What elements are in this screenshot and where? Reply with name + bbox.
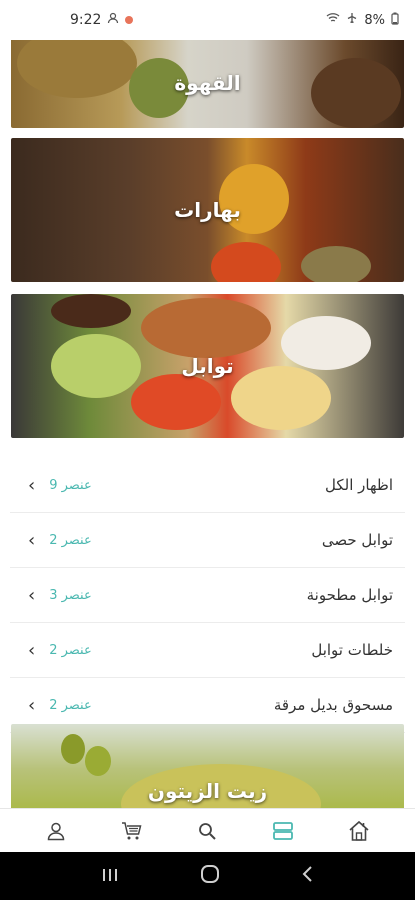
banner-spices[interactable]: بهارات [11,138,404,282]
home-button-icon[interactable] [200,864,220,889]
battery-icon [391,12,399,29]
banner-title: القهوة [174,71,241,95]
banner-title: بهارات [174,198,241,222]
item-count: 2 عنصر [49,532,92,548]
profile-icon[interactable] [36,813,76,849]
back-icon[interactable] [301,864,315,888]
cart-icon[interactable] [112,813,152,849]
categories-page: القهوة بهارات توابل ‹ 9 عنصر اظهار الكل … [0,40,415,808]
banner-coffee[interactable]: القهوة [11,40,404,128]
wifi-icon [326,12,340,28]
recent-apps-icon[interactable] [100,864,120,888]
status-bar: 9:22 8% [0,0,415,40]
list-item-label: مسحوق بديل مرقة [273,696,393,714]
list-item[interactable]: ‹ 3 عنصر توابل مطحونة [10,568,405,623]
home-icon[interactable] [339,813,379,849]
chevron-left-icon: ‹ [28,639,36,661]
banner-olive-oil[interactable]: زيت الزيتون [11,724,404,808]
chevron-left-icon: ‹ [28,584,36,606]
item-count: 2 عنصر [49,697,92,713]
subcategory-list: ‹ 9 عنصر اظهار الكل ‹ 2 عنصر توابل حصى ‹… [0,458,415,733]
banner-sauces[interactable]: توابل [11,294,404,438]
notification-icon [125,16,134,24]
system-navigation-bar [0,852,415,900]
list-item-label: خلطات توابل [311,641,393,659]
bottom-navigation [0,808,415,852]
battery-level: 8% [364,12,385,28]
list-item-label: اظهار الكل [325,476,393,494]
list-item[interactable]: ‹ 9 عنصر اظهار الكل [10,458,405,513]
banner-title: زيت الزيتون [147,779,268,803]
airplane-icon [346,12,358,28]
item-count: 2 عنصر [49,642,92,658]
chevron-left-icon: ‹ [28,694,36,716]
list-item-label: توابل مطحونة [306,586,393,604]
categories-icon[interactable] [263,813,303,849]
list-item-label: توابل حصى [321,531,393,549]
chevron-left-icon: ‹ [28,529,36,551]
list-item[interactable]: ‹ 2 عنصر توابل حصى [10,513,405,568]
search-icon[interactable] [187,813,227,849]
list-item[interactable]: ‹ 2 عنصر خلطات توابل [10,623,405,678]
item-count: 9 عنصر [49,477,92,493]
user-icon [107,12,119,28]
banner-title: توابل [181,354,234,378]
item-count: 3 عنصر [49,587,92,603]
chevron-left-icon: ‹ [28,474,36,496]
status-time: 9:22 [70,12,102,28]
